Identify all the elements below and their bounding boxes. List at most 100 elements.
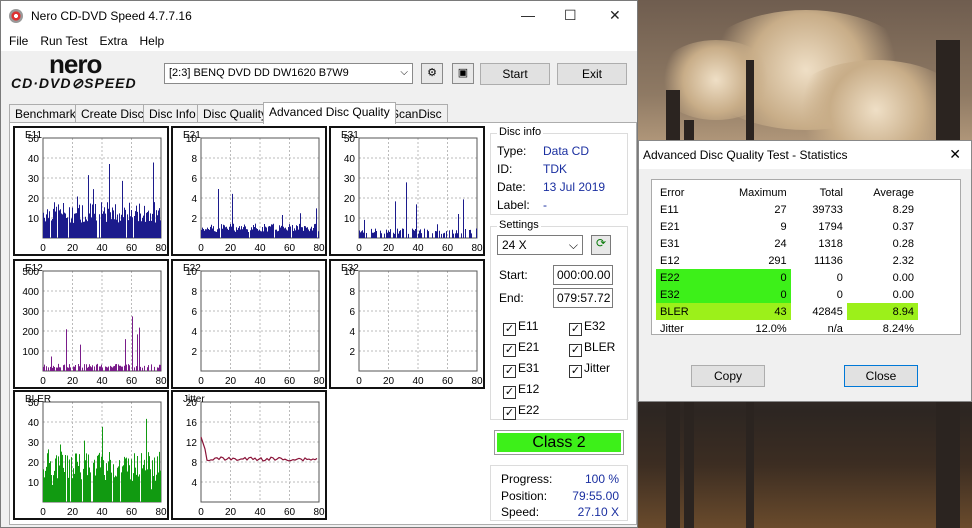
tab-disc-info[interactable]: Disc Info	[143, 104, 202, 123]
copy-button[interactable]: Copy	[691, 365, 765, 387]
x-tick-label: 0	[198, 507, 204, 518]
y-tick-label: 10	[344, 214, 356, 225]
x-tick-label: 20	[67, 376, 79, 387]
y-tick-label: 20	[28, 194, 40, 205]
menu-help[interactable]: Help	[140, 31, 165, 51]
speed-select[interactable]: 24 X ⌵	[497, 235, 583, 255]
checkbox-e22[interactable]: ✓ E22	[503, 403, 539, 420]
x-tick-label: 0	[40, 376, 46, 387]
class-indicator: Class 2	[494, 430, 624, 455]
x-tick-label: 60	[126, 376, 138, 387]
menu-run-test[interactable]: Run Test	[40, 31, 87, 51]
tab-advanced-disc-quality[interactable]: Advanced Disc Quality	[263, 102, 396, 124]
y-tick-label: 10	[186, 134, 198, 145]
y-tick-label: 40	[28, 154, 40, 165]
y-tick-label: 10	[28, 214, 40, 225]
y-tick-label: 8	[349, 287, 355, 298]
end-time-field[interactable]: 079:57.72	[553, 288, 613, 308]
eject-icon[interactable]: ⚙	[421, 63, 443, 84]
progress-group: Progress: 100 % Position: 79:55.00 Speed…	[490, 465, 628, 521]
y-tick-label: 40	[344, 154, 356, 165]
save-icon[interactable]: ▣	[452, 63, 474, 84]
y-tick-label: 2	[349, 347, 355, 358]
y-tick-label: 8	[191, 287, 197, 298]
table-row: E31 24 1318 0.28	[660, 237, 914, 250]
tab-benchmark[interactable]: Benchmark	[9, 104, 82, 123]
jitter-line	[200, 436, 318, 462]
y-tick-label: 30	[28, 438, 40, 449]
y-tick-label: 8	[191, 154, 197, 165]
x-tick-label: 20	[225, 243, 237, 254]
y-tick-label: 4	[349, 327, 355, 338]
checkbox-e31[interactable]: ✓ E31	[503, 361, 539, 378]
y-tick-label: 500	[22, 267, 39, 278]
exit-button[interactable]: Exit	[557, 63, 627, 85]
statistics-table: Error Maximum Total Average E11 27 39733 8.29 …	[656, 184, 918, 337]
nero-logo: nero CD·DVD⊘SPEED	[11, 49, 137, 91]
tab-disc-quality[interactable]: Disc Quality	[197, 104, 274, 123]
x-tick-label: 40	[412, 243, 424, 254]
x-tick-label: 80	[155, 376, 167, 387]
x-tick-label: 40	[412, 376, 424, 387]
checkbox-e32[interactable]: ✓ E32	[569, 319, 605, 336]
x-tick-label: 20	[383, 376, 395, 387]
y-tick-label: 30	[344, 174, 356, 185]
chart-e11: E11 50 40 30 20 10 0 20 40 60 80	[13, 126, 169, 256]
y-tick-label: 50	[344, 134, 356, 145]
disc-info-group: Disc info Type: Data CD ID: TDK Date: 13…	[490, 126, 628, 215]
x-tick-label: 60	[284, 507, 296, 518]
dialog-title-bar: Advanced Disc Quality Test - Statistics ✕	[639, 141, 971, 169]
x-tick-label: 60	[284, 376, 296, 387]
chevron-down-icon: ⌵	[400, 67, 408, 78]
maximize-icon[interactable]: ☐	[564, 7, 577, 24]
start-button[interactable]: Start	[480, 63, 550, 85]
table-row: E12 291 11136 2.32	[660, 254, 914, 267]
checkbox-bler[interactable]: ✓ BLER	[569, 340, 615, 357]
y-tick-label: 6	[349, 307, 355, 318]
title-bar: Nero CD-DVD Speed 4.7.7.16 — ☐ ✕	[1, 1, 637, 31]
checkbox-jitter[interactable]: ✓ Jitter	[569, 361, 610, 378]
close-icon[interactable]: ✕	[609, 7, 621, 24]
y-tick-label: 10	[28, 478, 40, 489]
disc-label-value: -	[543, 198, 547, 212]
x-tick-label: 80	[155, 507, 167, 518]
x-tick-label: 0	[198, 376, 204, 387]
x-tick-label: 20	[67, 243, 79, 254]
x-tick-label: 0	[40, 243, 46, 254]
close-icon[interactable]: ✕	[949, 146, 961, 163]
minimize-icon[interactable]: —	[521, 7, 535, 23]
x-tick-label: 80	[313, 507, 325, 518]
chart-jitter: Jitter 20 16 12 8 4 0 20 40 60 80	[171, 390, 327, 520]
disc-type-value: Data CD	[543, 144, 590, 158]
disc-id-value: TDK	[543, 162, 567, 176]
start-time-field[interactable]: 000:00.00	[553, 265, 613, 285]
x-tick-label: 40	[254, 243, 266, 254]
y-tick-label: 16	[186, 418, 198, 429]
y-tick-label: 4	[191, 194, 197, 205]
y-tick-label: 10	[186, 267, 198, 278]
checkbox-e21[interactable]: ✓ E21	[503, 340, 539, 357]
chevron-down-icon: ⌵	[568, 238, 578, 252]
close-button[interactable]: Close	[844, 365, 918, 387]
y-tick-label: 10	[344, 267, 356, 278]
checkbox-e12[interactable]: ✓ E12	[503, 382, 539, 399]
disc-date-value: 13 Jul 2019	[543, 180, 606, 194]
x-tick-label: 80	[313, 376, 325, 387]
x-tick-label: 20	[225, 376, 237, 387]
x-tick-label: 80	[471, 243, 483, 254]
y-tick-label: 6	[191, 174, 197, 185]
menu-file[interactable]: File	[9, 31, 28, 51]
x-tick-label: 0	[198, 243, 204, 254]
menu-extra[interactable]: Extra	[99, 31, 127, 51]
x-tick-label: 40	[96, 243, 108, 254]
drive-select[interactable]: [2:3] BENQ DVD DD DW1620 B7W9 ⌵	[164, 63, 413, 84]
refresh-icon[interactable]: ⟳	[591, 235, 611, 255]
checkbox-e11[interactable]: ✓ E11	[503, 319, 538, 336]
chart-e32: E32 10 8 6 4 2 0 20 40 60 80	[329, 259, 485, 389]
main-window: Nero CD-DVD Speed 4.7.7.16 — ☐ ✕ File Run…	[0, 0, 638, 528]
y-tick-label: 2	[191, 214, 197, 225]
x-tick-label: 20	[383, 243, 395, 254]
x-tick-label: 0	[40, 507, 46, 518]
tab-create-disc[interactable]: Create Disc	[75, 104, 150, 123]
settings-group: Settings 24 X ⌵ ⟳ Start: 000:00.00 End: 0…	[490, 219, 628, 420]
